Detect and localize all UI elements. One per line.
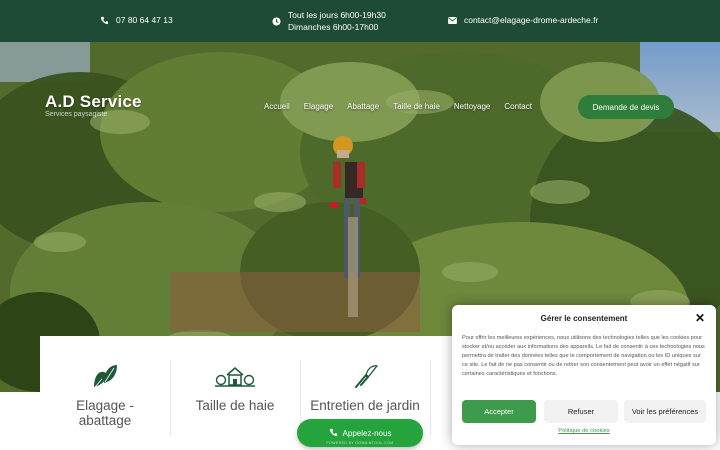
nav-item-elagage[interactable]: Elagage (304, 102, 333, 111)
main-navigation: Accueil Elagage Abattage Taille de haie … (264, 102, 546, 111)
cookie-policy-link[interactable]: Politique de cookies (452, 428, 716, 434)
phone-number[interactable]: 07 80 64 47 13 (116, 15, 173, 25)
house-hedge-icon (215, 362, 255, 390)
refuse-button[interactable]: Refuser (544, 400, 618, 423)
phone-info[interactable]: 07 80 64 47 13 (100, 15, 173, 25)
preferences-button[interactable]: Voir les préférences (624, 400, 706, 423)
consent-title: Gérer le consentement (540, 314, 628, 323)
leaf-icon (92, 362, 118, 390)
close-icon[interactable]: ✕ (695, 312, 705, 324)
phone-icon (329, 428, 338, 439)
quote-request-button[interactable]: Demande de devis (578, 95, 674, 119)
email-info[interactable]: contact@elagage-drome-ardeche.fr (448, 15, 598, 25)
email-address[interactable]: contact@elagage-drome-ardeche.fr (464, 15, 598, 25)
nav-item-contact[interactable]: Contact (504, 102, 532, 111)
consent-text: Pour offrir les meilleures expériences, … (462, 335, 705, 377)
service-label: Entretien de jardin (310, 398, 420, 413)
envelope-icon (448, 16, 457, 24)
phone-icon (100, 16, 109, 25)
service-label: Taille de haie (195, 398, 275, 413)
service-label: Elagage - abattage (76, 398, 134, 428)
nav-item-nettoyage[interactable]: Nettoyage (454, 102, 490, 111)
clock-icon (272, 16, 281, 26)
logo-tagline: Services paysagiste (45, 111, 108, 118)
hours-weekdays: Tout les jours 6h00-19h30 (288, 10, 386, 20)
top-info-bar: 07 80 64 47 13 Tout les jours 6h00-19h30… (0, 0, 720, 42)
nav-item-taille-de-haie[interactable]: Taille de haie (393, 102, 440, 111)
service-card-taille-de-haie[interactable]: Taille de haie (170, 336, 300, 450)
cookie-consent-dialog: Gérer le consentement ✕ Pour offrir les … (452, 305, 716, 445)
hours-sunday: Dimanches 6h00-17h00 (288, 22, 379, 32)
call-us-label: Appelez-nous (342, 428, 392, 438)
call-us-button[interactable]: Appelez-nous POWERED BY DOMAINTOOL.COM (297, 419, 423, 447)
nav-item-accueil[interactable]: Accueil (264, 102, 290, 111)
opening-hours: Tout les jours 6h00-19h30 Dimanches 6h00… (272, 9, 386, 33)
accept-button[interactable]: Accepter (462, 400, 536, 423)
pruning-shears-icon (352, 362, 378, 390)
service-card-elagage[interactable]: Elagage - abattage (40, 336, 170, 450)
site-logo[interactable]: A.D Service (45, 92, 142, 112)
powered-by-label: POWERED BY DOMAINTOOL.COM (326, 441, 394, 445)
nav-item-abattage[interactable]: Abattage (347, 102, 379, 111)
